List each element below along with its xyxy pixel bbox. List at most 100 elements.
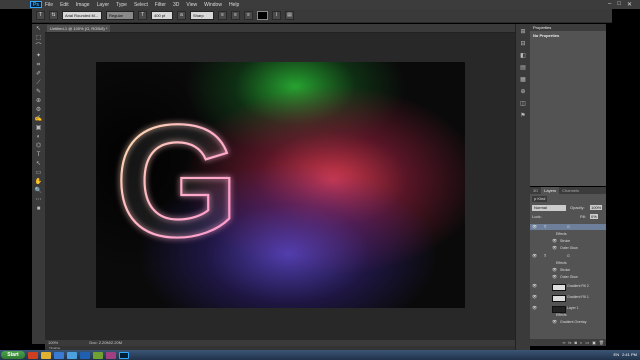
font-style-select[interactable]: Regular [106, 11, 134, 20]
tab-3d[interactable]: 3D [530, 187, 541, 194]
visibility-eye-icon[interactable]: 👁 [532, 253, 537, 259]
effect-row[interactable]: 👁 Stroke [530, 238, 606, 244]
layer-row[interactable]: 👁 Gradient Fill 2 [530, 283, 606, 291]
folder-icon[interactable] [41, 351, 51, 359]
path-select-tool-icon[interactable]: ↖ [34, 161, 43, 168]
menu-3d[interactable]: 3D [173, 2, 179, 8]
color-swatches-icon[interactable]: ■ [34, 206, 43, 213]
visibility-eye-icon[interactable]: 👁 [552, 245, 557, 251]
layer-filter-kind[interactable]: ρ Kind [532, 196, 548, 202]
new-group-icon[interactable]: ▭ [585, 339, 589, 346]
photoshop-taskbar-icon[interactable] [119, 351, 129, 359]
app-icon[interactable] [67, 351, 77, 359]
pen-tool-icon[interactable]: ⌬ [34, 143, 43, 150]
eraser-tool-icon[interactable]: ✍ [34, 116, 43, 123]
menu-view[interactable]: View [186, 2, 197, 8]
tab-layers[interactable]: Layers [541, 187, 560, 194]
add-style-icon[interactable]: fx [568, 339, 571, 346]
crop-tool-icon[interactable]: ⌗ [34, 62, 43, 69]
visibility-eye-icon[interactable]: 👁 [532, 224, 537, 230]
eyedropper-tool-icon[interactable]: ✐ [34, 71, 43, 78]
align-left-icon[interactable]: ≡ [218, 11, 227, 20]
link-layers-icon[interactable]: ∞ [563, 339, 566, 346]
character-panel-icon[interactable]: ▤ [285, 11, 294, 20]
document-info[interactable]: Doc: 2.20M/2.20M [89, 340, 122, 345]
menu-filter[interactable]: Filter [155, 2, 166, 8]
visibility-eye-icon[interactable]: 👁 [552, 319, 557, 325]
zoom-tool-icon[interactable]: 🔍 [34, 188, 43, 195]
marquee-tool-icon[interactable]: ⬚ [34, 35, 43, 42]
media-icon[interactable] [54, 351, 64, 359]
healing-tool-icon[interactable]: ⟋ [34, 80, 43, 87]
visibility-eye-icon[interactable]: 👁 [552, 274, 557, 280]
menu-help[interactable]: Help [229, 2, 239, 8]
actions-panel-icon[interactable]: ⊟ [519, 40, 527, 48]
layer-row[interactable]: 👁 Layer 1 [530, 305, 606, 313]
visibility-eye-icon[interactable]: 👁 [552, 238, 557, 244]
adjustments-panel-icon[interactable]: ◧ [519, 52, 527, 60]
menu-image[interactable]: Image [76, 2, 90, 8]
orientation-toggle-icon[interactable]: ⇅ [49, 11, 58, 20]
effects-row[interactable]: Effects [530, 312, 606, 318]
align-right-icon[interactable]: ≡ [244, 11, 253, 20]
clock[interactable]: 2:41 PM [622, 351, 637, 359]
move-tool-icon[interactable]: ↖ [34, 26, 43, 33]
hand-tool-icon[interactable]: ✋ [34, 179, 43, 186]
app-icon[interactable] [80, 351, 90, 359]
menu-window[interactable]: Window [204, 2, 222, 8]
gradient-tool-icon[interactable]: ▣ [34, 125, 43, 132]
text-color-swatch[interactable] [257, 11, 268, 20]
add-mask-icon[interactable]: ◙ [575, 339, 577, 346]
font-size-select[interactable]: 400 pt [151, 11, 173, 20]
menu-edit[interactable]: Edit [60, 2, 69, 8]
new-layer-icon[interactable]: ▣ [592, 339, 596, 346]
app-icon[interactable] [106, 351, 116, 359]
swatches-panel-icon[interactable]: ◫ [519, 100, 527, 108]
shape-tool-icon[interactable]: ▭ [34, 170, 43, 177]
history-brush-tool-icon[interactable]: ⚙ [34, 107, 43, 114]
start-button[interactable]: Start [1, 351, 25, 359]
dodge-tool-icon[interactable]: ◐ [34, 134, 43, 141]
visibility-eye-icon[interactable]: 👁 [552, 267, 557, 273]
language-indicator[interactable]: EN [614, 351, 620, 359]
visibility-eye-icon[interactable]: 👁 [532, 283, 537, 289]
fill-field[interactable]: 0% [590, 214, 598, 219]
warp-text-icon[interactable]: ⌇ [272, 11, 281, 20]
trash-icon[interactable]: 🗑 [599, 339, 604, 346]
lasso-tool-icon[interactable]: ⌒ [34, 44, 43, 51]
effects-row[interactable]: Effects [530, 260, 606, 266]
layer-row[interactable]: 👁 T G [530, 224, 606, 230]
opacity-field[interactable]: 100% [590, 205, 603, 210]
character-panel-icon[interactable]: ▤ [519, 64, 527, 72]
layer-row[interactable]: 👁 Gradient Fill 1 [530, 294, 606, 302]
navigator-panel-icon[interactable]: ⊕ [519, 88, 527, 96]
document-tab[interactable]: Untitled-1 @ 100% (G, RGB/8) * [47, 25, 111, 32]
align-center-icon[interactable]: ≡ [231, 11, 240, 20]
effect-row[interactable]: 👁 Outer Glow [530, 245, 606, 251]
history-panel-icon[interactable]: ⊞ [519, 28, 527, 36]
effect-row[interactable]: 👁 Stroke [530, 267, 606, 273]
minimize-icon[interactable]: – [608, 1, 611, 8]
app-icon[interactable] [93, 351, 103, 359]
antialias-select[interactable]: Sharp [190, 11, 214, 20]
zoom-level[interactable]: 100% [48, 340, 58, 345]
browser-icon[interactable] [28, 351, 38, 359]
effect-row[interactable]: 👁 Gradient Overlay [530, 319, 606, 325]
close-icon[interactable]: ✕ [627, 1, 632, 8]
layer-row[interactable]: 👁 T G [530, 253, 606, 259]
menu-type[interactable]: Type [116, 2, 127, 8]
visibility-eye-icon[interactable]: 👁 [532, 305, 537, 311]
type-tool-icon[interactable]: T [34, 152, 43, 159]
document-canvas[interactable]: G [96, 62, 465, 308]
effect-row[interactable]: 👁 Outer Glow [530, 274, 606, 280]
blend-mode-select[interactable]: Normal [532, 205, 566, 211]
properties-tab[interactable]: Properties [530, 24, 606, 31]
menu-select[interactable]: Select [134, 2, 148, 8]
edit-toolbar-icon[interactable]: ⋯ [34, 197, 43, 204]
menu-layer[interactable]: Layer [97, 2, 110, 8]
styles-panel-icon[interactable]: ⚑ [519, 112, 527, 120]
tab-channels[interactable]: Channels [559, 187, 582, 194]
brush-tool-icon[interactable]: ✎ [34, 89, 43, 96]
quick-select-tool-icon[interactable]: ✦ [34, 53, 43, 60]
adjustment-layer-icon[interactable]: ◐ [580, 339, 582, 346]
